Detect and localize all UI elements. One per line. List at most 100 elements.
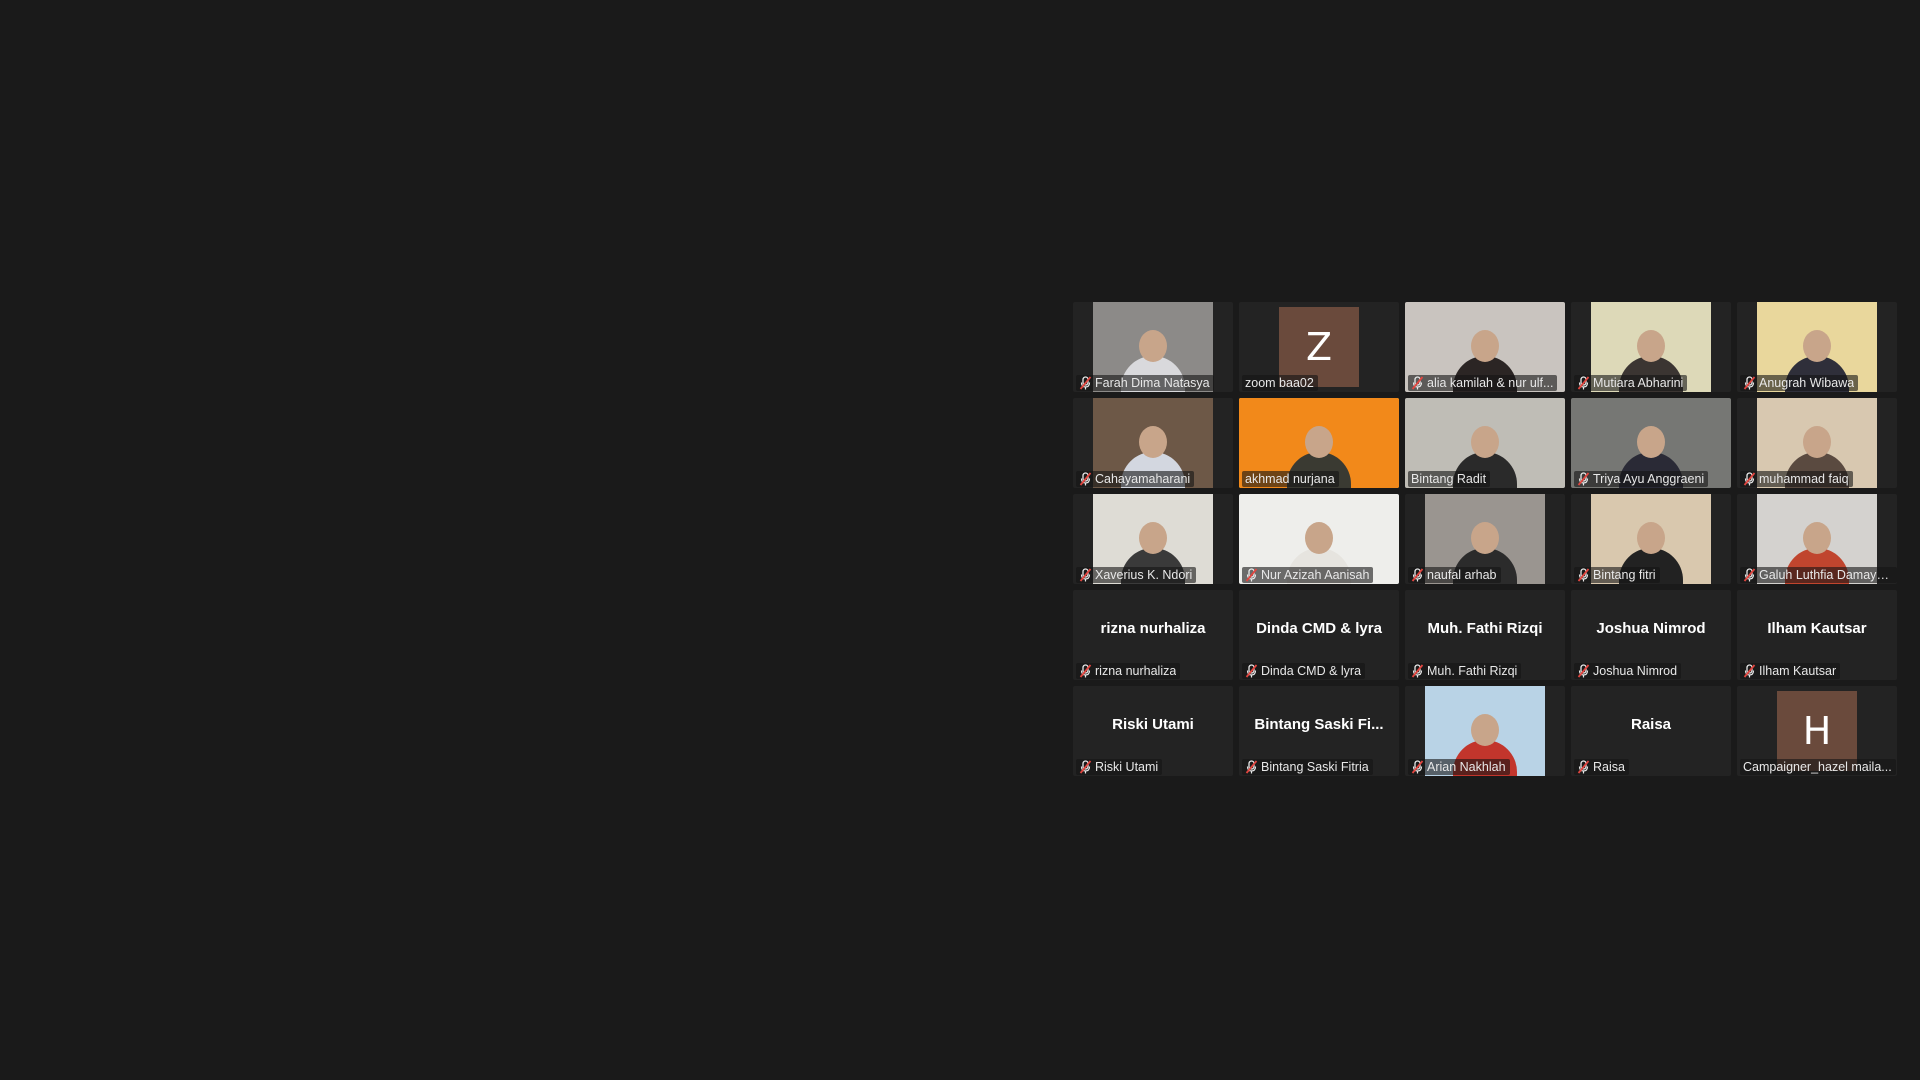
mic-muted-icon bbox=[1577, 568, 1590, 582]
participant-tile[interactable]: naufal arhab bbox=[1405, 494, 1565, 584]
participant-name: Muh. Fathi Rizqi bbox=[1427, 664, 1518, 678]
participant-name-label: Bintang Radit bbox=[1408, 471, 1491, 487]
participant-name-label: Dinda CMD & lyra bbox=[1242, 663, 1366, 679]
mic-muted-icon bbox=[1411, 664, 1424, 678]
mic-muted-icon bbox=[1079, 760, 1092, 774]
mic-muted-icon bbox=[1577, 376, 1590, 390]
participant-tile[interactable]: Zzoom baa02 bbox=[1239, 302, 1399, 392]
participant-tile[interactable]: Galuh Luthfia Damaya... bbox=[1737, 494, 1897, 584]
mic-muted-icon bbox=[1245, 760, 1258, 774]
participant-tile[interactable]: Bintang fitri bbox=[1571, 494, 1731, 584]
participant-name-label: Triya Ayu Anggraeni bbox=[1574, 471, 1709, 487]
mic-muted-icon bbox=[1743, 568, 1756, 582]
participant-name: Bintang Radit bbox=[1411, 472, 1487, 486]
participant-name: Galuh Luthfia Damaya... bbox=[1759, 568, 1893, 582]
mic-muted-icon bbox=[1743, 472, 1756, 486]
participant-name-label: Mutiara Abharini bbox=[1574, 375, 1688, 391]
participant-display-name: Riski Utami bbox=[1112, 716, 1194, 733]
participant-name: akhmad nurjana bbox=[1245, 472, 1335, 486]
participant-name: Arian Nakhlah bbox=[1427, 760, 1506, 774]
participant-tile[interactable]: Muh. Fathi Rizqi Muh. Fathi Rizqi bbox=[1405, 590, 1565, 680]
participant-name: Bintang Saski Fitria bbox=[1261, 760, 1369, 774]
participant-name: alia kamilah & nur ulf... bbox=[1427, 376, 1554, 390]
participant-name-label: Raisa bbox=[1574, 759, 1629, 775]
participant-name-label: rizna nurhaliza bbox=[1076, 663, 1181, 679]
participant-tile[interactable]: Cahayamaharani bbox=[1073, 398, 1233, 488]
participant-name: Mutiara Abharini bbox=[1593, 376, 1684, 390]
participant-name: Raisa bbox=[1593, 760, 1625, 774]
participant-tile[interactable]: Arian Nakhlah bbox=[1405, 686, 1565, 776]
participant-tile[interactable]: Dinda CMD & lyra Dinda CMD & lyra bbox=[1239, 590, 1399, 680]
participant-name-label: Bintang fitri bbox=[1574, 567, 1660, 583]
participant-display-name: Bintang Saski Fi... bbox=[1254, 716, 1384, 733]
participant-name-label: Xaverius K. Ndori bbox=[1076, 567, 1197, 583]
participant-tile[interactable]: Bintang Radit bbox=[1405, 398, 1565, 488]
participant-tile[interactable]: H Campaigner_hazel maila... bbox=[1737, 686, 1897, 776]
participant-tile[interactable]: Bintang Saski Fi... Bintang Saski Fitria bbox=[1239, 686, 1399, 776]
participant-name-label: Joshua Nimrod bbox=[1574, 663, 1682, 679]
participant-display-name: Ilham Kautsar bbox=[1767, 620, 1867, 637]
participant-name-label: Galuh Luthfia Damaya... bbox=[1740, 567, 1897, 583]
participant-name-label: muhammad faiq bbox=[1740, 471, 1853, 487]
participant-name: Anugrah Wibawa bbox=[1759, 376, 1855, 390]
participant-name: Campaigner_hazel maila... bbox=[1743, 760, 1892, 774]
mic-muted-icon bbox=[1411, 568, 1424, 582]
participant-display-name: Muh. Fathi Rizqi bbox=[1427, 620, 1543, 637]
mic-muted-icon bbox=[1079, 472, 1092, 486]
participant-display-name: Joshua Nimrod bbox=[1596, 620, 1706, 637]
participant-tile[interactable]: Ilham Kautsar Ilham Kautsar bbox=[1737, 590, 1897, 680]
participant-name: Nur Azizah Aanisah bbox=[1261, 568, 1370, 582]
participant-name-label: Muh. Fathi Rizqi bbox=[1408, 663, 1522, 679]
participant-gallery: Farah Dima Natasya Zzoom baa02 alia kamila… bbox=[1073, 302, 1898, 777]
mic-muted-icon bbox=[1577, 664, 1590, 678]
mic-muted-icon bbox=[1079, 376, 1092, 390]
participant-tile[interactable]: Mutiara Abharini bbox=[1571, 302, 1731, 392]
participant-name-label: Anugrah Wibawa bbox=[1740, 375, 1859, 391]
participant-tile[interactable]: Nur Azizah Aanisah bbox=[1239, 494, 1399, 584]
participant-name: Joshua Nimrod bbox=[1593, 664, 1678, 678]
participant-name: Ilham Kautsar bbox=[1759, 664, 1837, 678]
participant-name-label: Cahayamaharani bbox=[1076, 471, 1195, 487]
participant-name-label: Arian Nakhlah bbox=[1408, 759, 1510, 775]
participant-name: Bintang fitri bbox=[1593, 568, 1656, 582]
participant-name: Xaverius K. Ndori bbox=[1095, 568, 1193, 582]
mic-muted-icon bbox=[1411, 376, 1424, 390]
participant-name-label: zoom baa02 bbox=[1242, 375, 1318, 391]
participant-tile[interactable]: Joshua Nimrod Joshua Nimrod bbox=[1571, 590, 1731, 680]
participant-name: zoom baa02 bbox=[1245, 376, 1314, 390]
participant-tile[interactable]: Triya Ayu Anggraeni bbox=[1571, 398, 1731, 488]
participant-tile[interactable]: muhammad faiq bbox=[1737, 398, 1897, 488]
participant-name: Farah Dima Natasya bbox=[1095, 376, 1210, 390]
participant-tile[interactable]: Farah Dima Natasya bbox=[1073, 302, 1233, 392]
mic-muted-icon bbox=[1743, 664, 1756, 678]
participant-display-name: rizna nurhaliza bbox=[1100, 620, 1206, 637]
participant-display-name: Dinda CMD & lyra bbox=[1256, 620, 1382, 637]
mic-muted-icon bbox=[1743, 376, 1756, 390]
mic-muted-icon bbox=[1411, 760, 1424, 774]
mic-muted-icon bbox=[1245, 664, 1258, 678]
participant-tile[interactable]: Riski Utami Riski Utami bbox=[1073, 686, 1233, 776]
participant-tile[interactable]: rizna nurhaliza rizna nurhaliza bbox=[1073, 590, 1233, 680]
participant-name-label: Ilham Kautsar bbox=[1740, 663, 1841, 679]
participant-name: rizna nurhaliza bbox=[1095, 664, 1177, 678]
participant-name: muhammad faiq bbox=[1759, 472, 1849, 486]
participant-tile[interactable]: akhmad nurjana bbox=[1239, 398, 1399, 488]
participant-tile[interactable]: Anugrah Wibawa bbox=[1737, 302, 1897, 392]
participant-tile[interactable]: Raisa Raisa bbox=[1571, 686, 1731, 776]
participant-tile[interactable]: alia kamilah & nur ulf... bbox=[1405, 302, 1565, 392]
participant-name-label: Riski Utami bbox=[1076, 759, 1163, 775]
participant-name: Cahayamaharani bbox=[1095, 472, 1191, 486]
participant-name: Triya Ayu Anggraeni bbox=[1593, 472, 1705, 486]
participant-name-label: alia kamilah & nur ulf... bbox=[1408, 375, 1558, 391]
participant-name-label: akhmad nurjana bbox=[1242, 471, 1339, 487]
mic-muted-icon bbox=[1577, 472, 1590, 486]
participant-name: naufal arhab bbox=[1427, 568, 1497, 582]
mic-muted-icon bbox=[1079, 568, 1092, 582]
participant-display-name: Raisa bbox=[1630, 716, 1672, 733]
participant-name-label: Campaigner_hazel maila... bbox=[1740, 759, 1896, 775]
participant-name-label: Bintang Saski Fitria bbox=[1242, 759, 1373, 775]
participant-name: Dinda CMD & lyra bbox=[1261, 664, 1362, 678]
participant-name-label: Farah Dima Natasya bbox=[1076, 375, 1214, 391]
participant-tile[interactable]: Xaverius K. Ndori bbox=[1073, 494, 1233, 584]
mic-muted-icon bbox=[1079, 664, 1092, 678]
